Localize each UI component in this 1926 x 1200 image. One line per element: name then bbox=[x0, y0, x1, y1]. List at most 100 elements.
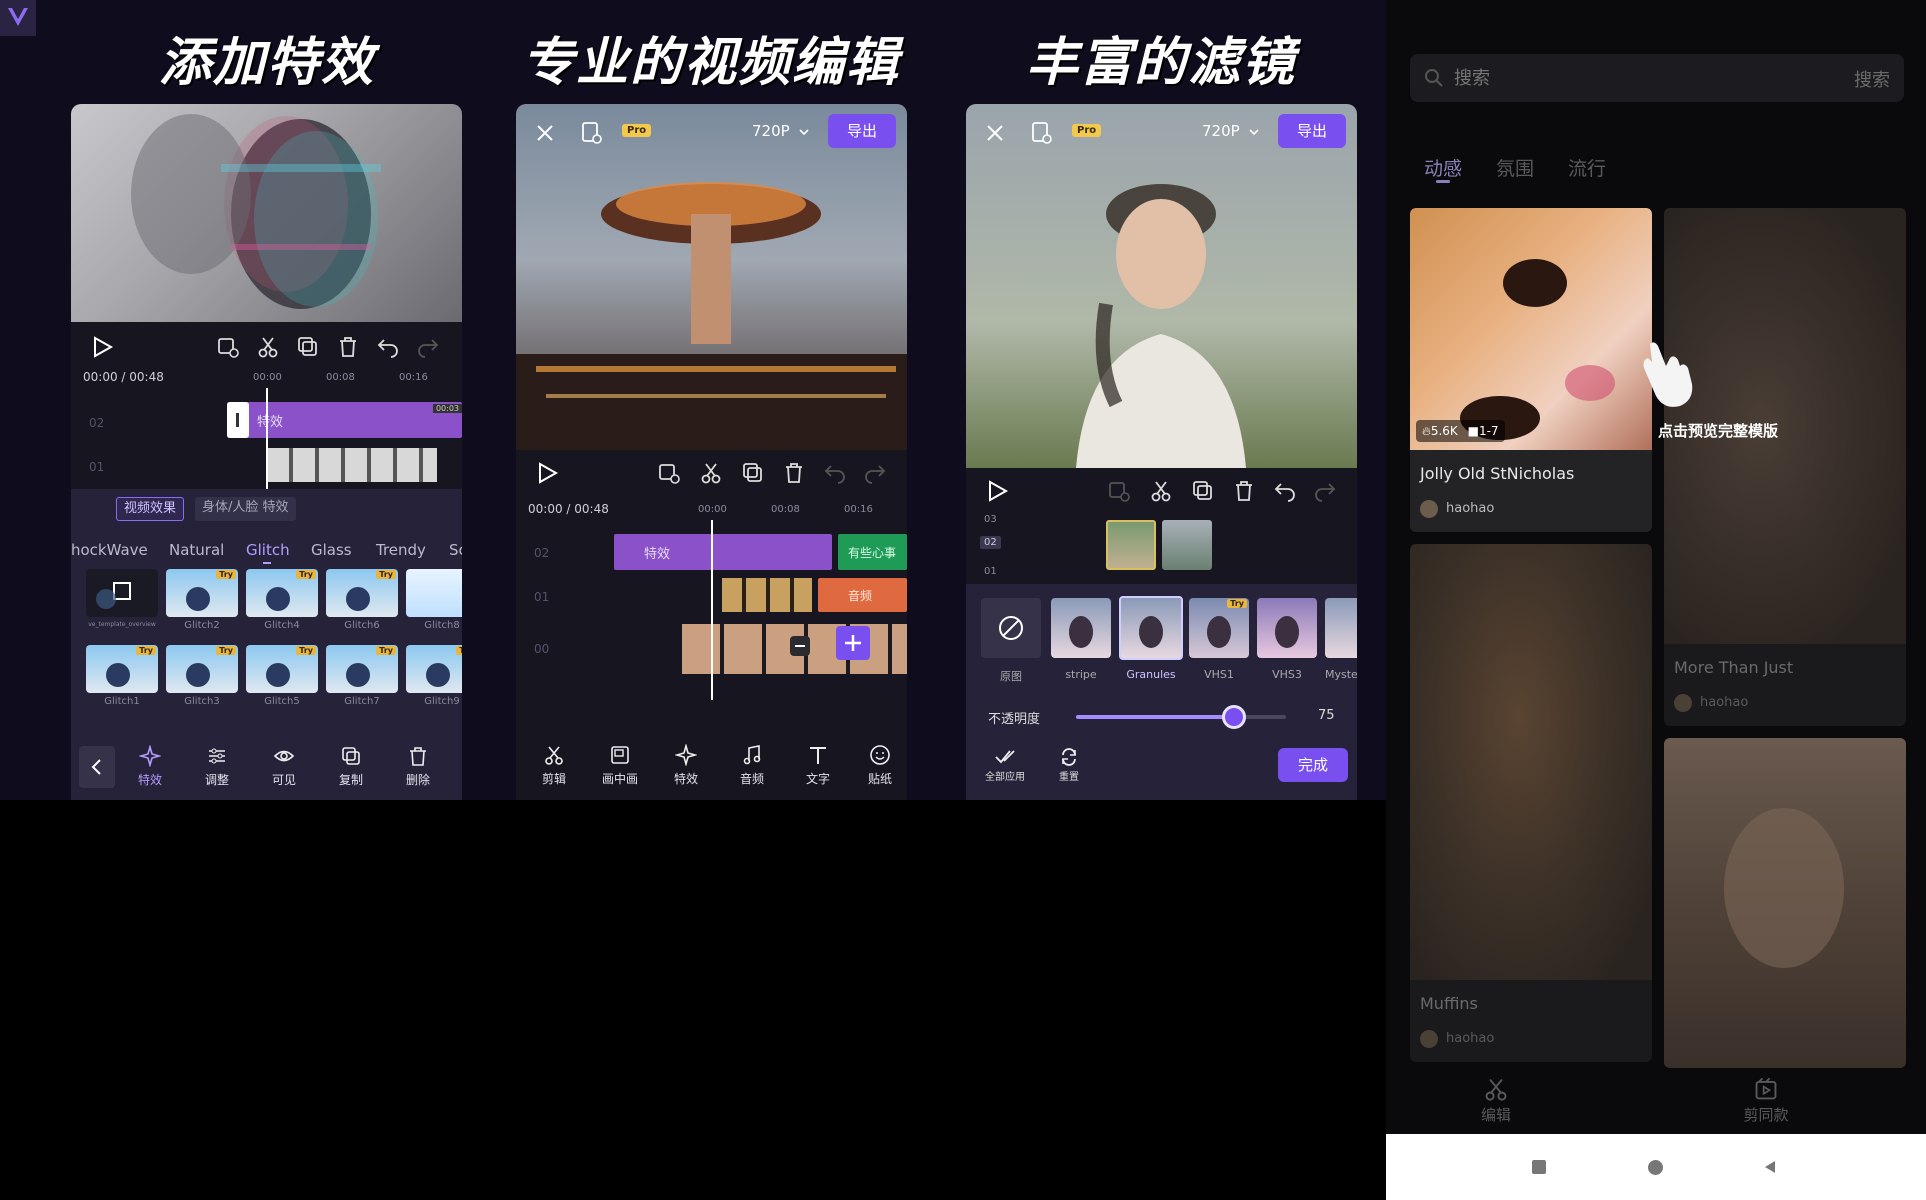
delete-icon[interactable] bbox=[781, 460, 807, 486]
tool-effects[interactable]: 特效 bbox=[656, 744, 716, 787]
tool-audio[interactable]: 音频 bbox=[722, 744, 782, 787]
search-button[interactable]: 搜索 bbox=[1854, 66, 1890, 92]
delete-icon[interactable] bbox=[335, 334, 361, 360]
reset-icon bbox=[1062, 748, 1076, 766]
home-button[interactable] bbox=[1648, 1160, 1663, 1175]
back-button[interactable] bbox=[79, 746, 115, 788]
tool-effects[interactable]: 特效 bbox=[120, 745, 180, 788]
filter-thumb-active[interactable] bbox=[1119, 596, 1183, 660]
resolution-select[interactable]: 720P bbox=[1202, 122, 1240, 140]
recents-button[interactable] bbox=[1532, 1160, 1546, 1174]
template-card[interactable]: 🔥︎5.6K ■1-7 Jolly Old StNicholas haohao bbox=[1410, 208, 1652, 532]
add-clip-icon[interactable] bbox=[656, 460, 682, 486]
playhead[interactable] bbox=[711, 520, 713, 700]
duplicate-icon[interactable] bbox=[295, 334, 321, 360]
effect-thumb[interactable]: Try bbox=[166, 645, 238, 693]
clip-trim-handle[interactable] bbox=[227, 402, 249, 438]
undo-icon[interactable] bbox=[822, 460, 848, 486]
tab-atmosphere[interactable]: 氛围 bbox=[1496, 154, 1534, 181]
text-clip[interactable]: 有些心事 bbox=[838, 534, 907, 570]
add-clip-icon[interactable] bbox=[215, 334, 241, 360]
clip-thumbnail[interactable] bbox=[1106, 520, 1156, 570]
category-glass[interactable]: Glass bbox=[311, 541, 352, 559]
category-natural[interactable]: Natural bbox=[169, 541, 224, 559]
duplicate-icon[interactable] bbox=[740, 460, 766, 486]
search-input[interactable] bbox=[1452, 64, 1772, 92]
redo-icon[interactable] bbox=[1312, 478, 1338, 504]
tool-text[interactable]: 文字 bbox=[788, 744, 848, 787]
effect-thumb[interactable]: Try bbox=[406, 645, 462, 693]
effect-thumb[interactable]: Try bbox=[246, 569, 318, 617]
redo-icon[interactable] bbox=[415, 334, 441, 360]
video-clip[interactable] bbox=[722, 578, 812, 612]
nav-edit[interactable]: 编辑 bbox=[1456, 1076, 1536, 1125]
draft-icon[interactable] bbox=[1030, 120, 1054, 146]
effect-thumb[interactable]: Try bbox=[326, 645, 398, 693]
scissors-icon[interactable] bbox=[698, 460, 724, 486]
tool-copy[interactable]: 复制 bbox=[321, 745, 381, 788]
add-clip-button[interactable] bbox=[836, 626, 870, 660]
tool-pip[interactable]: 画中画 bbox=[590, 744, 650, 787]
effect-thumb[interactable] bbox=[406, 569, 462, 617]
video-track-strip[interactable] bbox=[267, 448, 437, 482]
tool-sticker[interactable]: 贴纸 bbox=[850, 744, 907, 787]
collapse-track-button[interactable] bbox=[790, 636, 810, 656]
nav-template[interactable]: 剪同款 bbox=[1716, 1076, 1816, 1125]
resolution-select[interactable]: 720P bbox=[752, 122, 790, 140]
export-button[interactable]: 导出 bbox=[828, 114, 896, 148]
apply-all-button[interactable]: 全部应用 bbox=[980, 748, 1030, 783]
tick-label: 00:08 bbox=[771, 504, 800, 515]
category-trendy[interactable]: Trendy bbox=[376, 541, 426, 559]
close-icon[interactable] bbox=[534, 122, 556, 144]
tab-popular[interactable]: 流行 bbox=[1568, 154, 1606, 181]
undo-icon[interactable] bbox=[1272, 478, 1298, 504]
redo-icon[interactable] bbox=[862, 460, 888, 486]
effect-thumb[interactable]: Try bbox=[86, 645, 158, 693]
template-card[interactable]: Muffins haohao bbox=[1410, 544, 1652, 1062]
category-glitch[interactable]: Glitch bbox=[246, 541, 290, 559]
audio-clip[interactable]: 音频 bbox=[818, 578, 907, 612]
play-icon[interactable] bbox=[89, 334, 115, 360]
effect-thumb[interactable]: Try bbox=[326, 569, 398, 617]
template-card[interactable]: More Than Just haohao bbox=[1664, 208, 1906, 726]
scissors-icon[interactable] bbox=[255, 334, 281, 360]
done-button[interactable]: 完成 bbox=[1278, 748, 1348, 782]
category-shockwave[interactable]: hockWave bbox=[71, 541, 148, 559]
tab-dynamic[interactable]: 动感 bbox=[1424, 154, 1462, 181]
effect-thumb[interactable] bbox=[86, 569, 158, 617]
tool-adjust[interactable]: 调整 bbox=[187, 745, 247, 788]
play-icon[interactable] bbox=[534, 460, 560, 486]
scissors-icon[interactable] bbox=[1148, 478, 1174, 504]
opacity-slider[interactable] bbox=[1076, 705, 1286, 729]
tool-delete[interactable]: 删除 bbox=[388, 745, 448, 788]
effect-clip[interactable]: 特效 bbox=[614, 534, 832, 570]
opacity-slider-knob[interactable] bbox=[1221, 705, 1246, 729]
export-button[interactable]: 导出 bbox=[1278, 114, 1346, 148]
filter-thumb[interactable] bbox=[1325, 598, 1357, 658]
clip-thumbnail[interactable] bbox=[1162, 520, 1212, 570]
add-clip-icon[interactable] bbox=[1106, 478, 1132, 504]
filter-thumb[interactable]: Try bbox=[1189, 598, 1249, 658]
play-icon[interactable] bbox=[984, 478, 1010, 504]
reset-button[interactable]: 重置 bbox=[1044, 748, 1094, 783]
back-triangle-icon[interactable] bbox=[1762, 1159, 1778, 1175]
tool-cut[interactable]: 剪辑 bbox=[524, 744, 584, 787]
undo-icon[interactable] bbox=[375, 334, 401, 360]
effect-thumb[interactable]: Try bbox=[166, 569, 238, 617]
category-more[interactable]: Sc bbox=[449, 541, 462, 559]
duplicate-icon[interactable] bbox=[1190, 478, 1216, 504]
template-card[interactable] bbox=[1664, 738, 1906, 1068]
search-bar[interactable]: 搜索 bbox=[1410, 54, 1904, 102]
tool-visible[interactable]: 可见 bbox=[254, 745, 314, 788]
timeline-area: 03 02 01 bbox=[966, 468, 1357, 584]
filter-thumb[interactable] bbox=[1257, 598, 1317, 658]
tab-body-face-effects[interactable]: 身体/人脸 特效 bbox=[195, 497, 296, 521]
effect-thumb[interactable]: Try bbox=[246, 645, 318, 693]
effect-clip[interactable]: 特效 bbox=[227, 402, 462, 438]
filter-none[interactable] bbox=[981, 598, 1041, 658]
close-icon[interactable] bbox=[984, 122, 1006, 144]
filter-thumb[interactable] bbox=[1051, 598, 1111, 658]
tab-video-effects[interactable]: 视频效果 bbox=[116, 497, 185, 521]
delete-icon[interactable] bbox=[1231, 478, 1257, 504]
draft-icon[interactable] bbox=[580, 120, 604, 146]
